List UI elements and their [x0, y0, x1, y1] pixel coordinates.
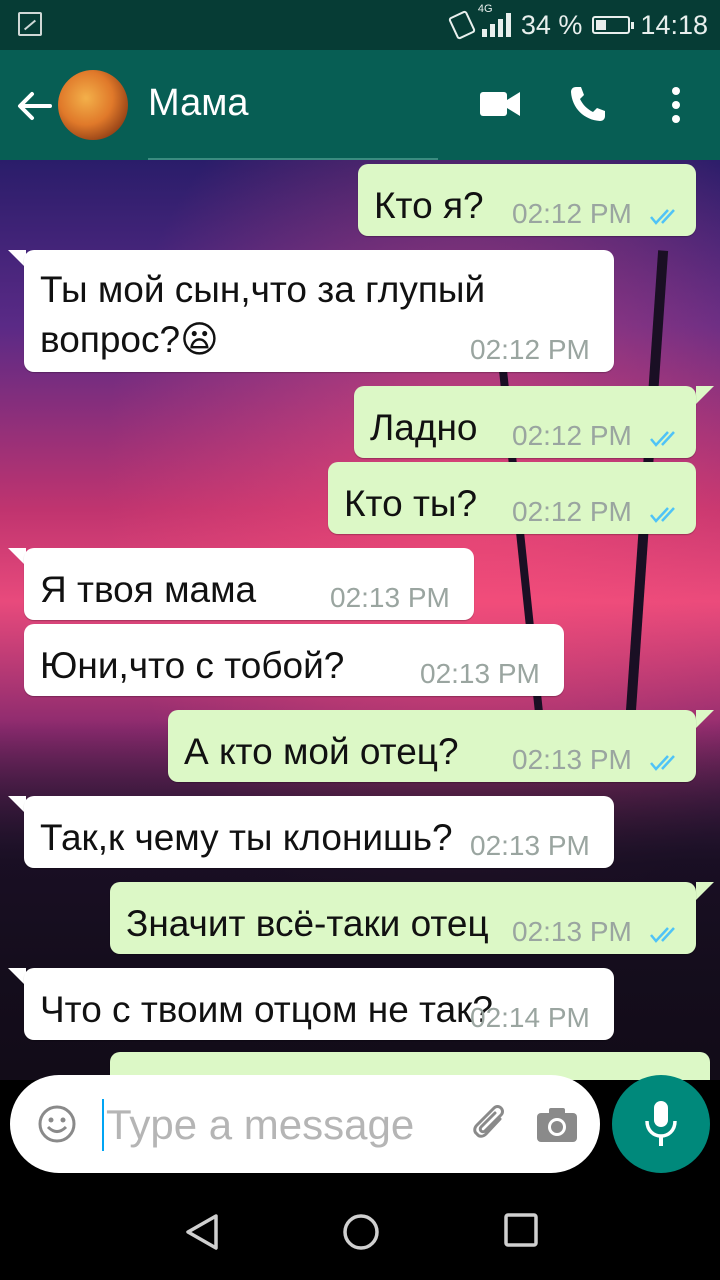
status-indicators: 4G 34 % 14:18: [447, 3, 708, 42]
network-type: 4G: [477, 3, 493, 15]
message-text: Кто я?: [374, 185, 484, 226]
clock: 14:18: [640, 9, 708, 40]
message-time: 02:13 PM: [512, 744, 632, 775]
message-text: Юни,что с тобой?: [40, 645, 345, 686]
signal-icon: 4G: [478, 3, 511, 37]
system-navigation-bar: [0, 1185, 720, 1280]
message-outgoing[interactable]: А кто мой отец? 02:13 PM: [168, 710, 696, 782]
message-text: Я твоя мама: [40, 569, 257, 610]
compose-bar: Type a message: [0, 1060, 720, 1185]
read-ticks-icon: [650, 755, 675, 771]
message-time: 02:12 PM: [512, 420, 632, 451]
more-vertical-icon[interactable]: [670, 86, 682, 124]
status-bar: 4G 34 % 14:18: [0, 0, 720, 50]
phone-icon[interactable]: [568, 84, 608, 124]
message-time: 02:12 PM: [512, 496, 632, 527]
bubble-tail: [696, 710, 714, 728]
attach-icon[interactable]: [470, 1103, 510, 1147]
message-text: Ты мой сын,что за глупый: [40, 269, 486, 310]
read-ticks-icon: [650, 431, 675, 447]
read-ticks-icon: [650, 507, 675, 523]
video-call-icon[interactable]: [480, 90, 520, 118]
vibrate-icon: [447, 9, 477, 41]
message-time: 02:12 PM: [512, 198, 632, 229]
message-outgoing[interactable]: Кто я? 02:12 PM: [358, 164, 696, 236]
message-text: А кто мой отец?: [184, 731, 459, 772]
contact-name[interactable]: Мама: [148, 82, 248, 125]
microphone-icon: [645, 1101, 677, 1146]
message-time: 02:14 PM: [470, 1002, 590, 1033]
message-outgoing[interactable]: Ладно 02:12 PM: [354, 386, 696, 458]
battery-icon: [592, 16, 635, 34]
contact-avatar[interactable]: [58, 70, 128, 140]
nav-back-icon[interactable]: [184, 1213, 220, 1251]
message-incoming[interactable]: Так,к чему ты клонишь? 02:13 PM: [24, 796, 614, 868]
message-incoming[interactable]: Я твоя мама 02:13 PM: [24, 548, 474, 620]
message-text: вопрос?😦: [40, 319, 219, 360]
gallery-notification-icon: [18, 12, 42, 36]
message-text: Ладно: [370, 407, 478, 448]
voice-message-button[interactable]: [612, 1075, 710, 1173]
message-incoming[interactable]: Юни,что с тобой? 02:13 PM: [24, 624, 564, 696]
nav-recents-icon[interactable]: [504, 1213, 538, 1247]
camera-icon[interactable]: [536, 1107, 578, 1143]
message-time: 02:13 PM: [330, 582, 450, 613]
chat-header: Мама: [0, 50, 720, 160]
back-arrow-icon[interactable]: [14, 86, 54, 126]
message-time: 02:13 PM: [512, 916, 632, 947]
chat-wallpaper[interactable]: Кто я? 02:12 PM Ты мой сын,что за глупый…: [0, 160, 720, 1080]
bubble-tail: [696, 386, 714, 404]
message-input-container[interactable]: Type a message: [10, 1075, 600, 1173]
message-time: 02:12 PM: [470, 334, 590, 365]
read-ticks-icon: [650, 209, 675, 225]
bubble-tail: [696, 882, 714, 900]
message-time: 02:13 PM: [420, 658, 540, 689]
nav-home-icon[interactable]: [342, 1213, 380, 1251]
message-time: 02:13 PM: [470, 830, 590, 861]
message-text: Что с твоим отцом не так?: [40, 989, 493, 1030]
message-text: Значит всё-таки отец: [126, 903, 489, 944]
message-outgoing[interactable]: Значит всё-таки отец 02:13 PM: [110, 882, 696, 954]
emoji-icon[interactable]: [38, 1105, 76, 1143]
battery-percent: 34 %: [520, 9, 583, 40]
message-input-placeholder[interactable]: Type a message: [106, 1101, 414, 1149]
message-text: Так,к чему ты клонишь?: [40, 817, 453, 858]
text-cursor: [102, 1099, 104, 1151]
read-ticks-icon: [650, 927, 675, 943]
message-incoming[interactable]: Ты мой сын,что за глупый вопрос?😦 02:12 …: [24, 250, 614, 372]
message-outgoing[interactable]: Кто ты? 02:12 PM: [328, 462, 696, 534]
message-incoming[interactable]: Что с твоим отцом не так? 02:14 PM: [24, 968, 614, 1040]
message-text: Кто ты?: [344, 483, 478, 524]
